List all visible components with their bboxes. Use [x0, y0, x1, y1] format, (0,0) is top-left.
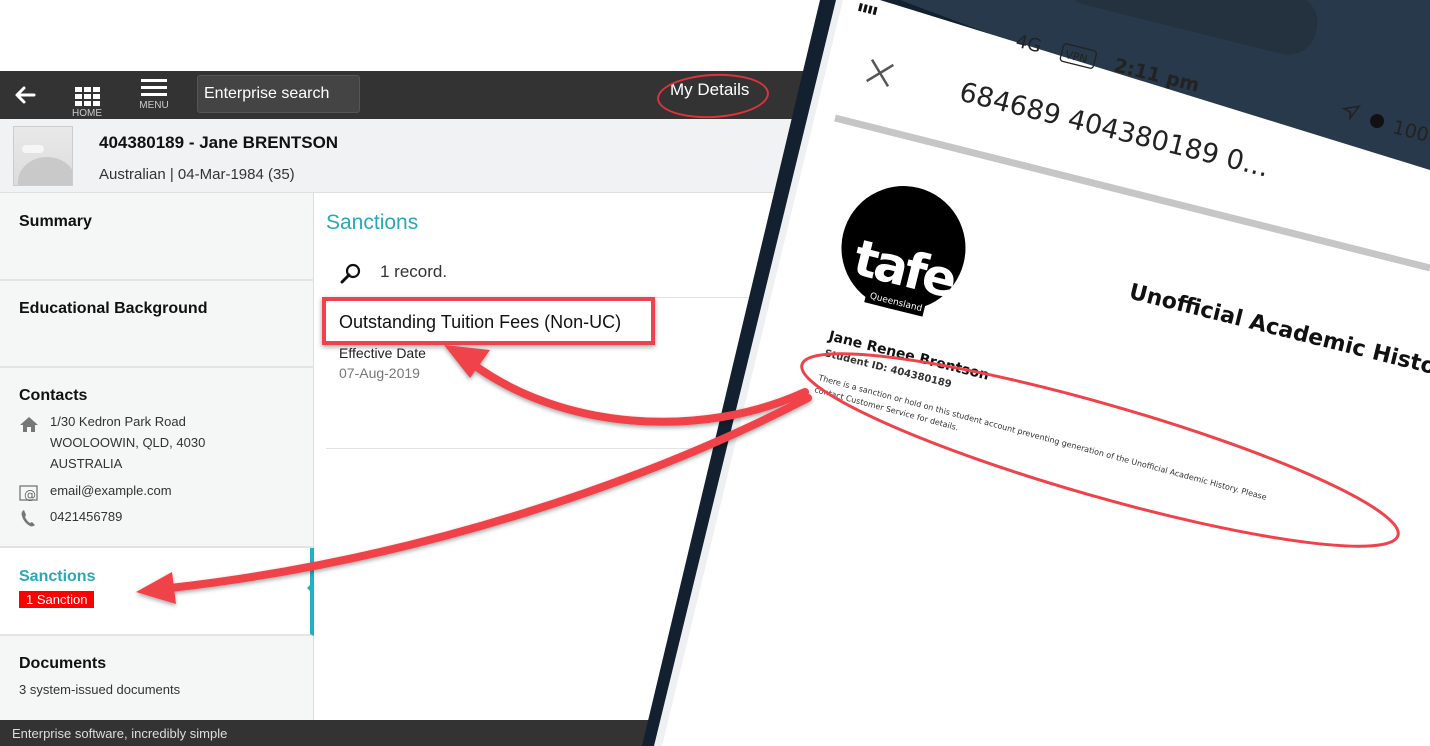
sanction-count-badge: 1 Sanction: [19, 591, 95, 608]
effective-date-value: 07-Aug-2019: [339, 365, 420, 381]
enterprise-search-input[interactable]: Enterprise search: [197, 75, 360, 113]
phone-icon: [21, 510, 35, 527]
menu-label: MENU: [139, 100, 169, 111]
phone-value[interactable]: 0421456789: [50, 506, 122, 527]
sidebar: Summary Educational Background Contacts …: [0, 193, 314, 720]
sidebar-item-sanctions[interactable]: Sanctions 1 Sanction: [0, 548, 314, 636]
search-icon[interactable]: [340, 263, 362, 285]
footer: Enterprise software, incredibly simple: [0, 720, 700, 746]
home-button[interactable]: HOME: [62, 77, 112, 119]
documents-subtitle: 3 system-issued documents: [19, 682, 181, 697]
sidebar-item-label: Contacts: [19, 387, 88, 404]
svg-text:@: @: [24, 488, 36, 502]
effective-date-label: Effective Date: [339, 345, 426, 361]
arrow-left-icon: [15, 86, 36, 104]
sidebar-item-label: Educational Background: [19, 300, 208, 317]
sidebar-item-label: Summary: [19, 213, 92, 230]
hamburger-icon: [141, 79, 167, 100]
address-line-2: WOOLOOWIN, QLD, 4030: [50, 435, 206, 450]
sidebar-item-contacts[interactable]: Contacts 1/30 Kedron Park Road WOOLOOWIN…: [0, 368, 314, 548]
avatar: [13, 126, 73, 186]
sidebar-item-label: Sanctions: [19, 568, 96, 585]
home-icon: [20, 417, 38, 432]
active-pointer: [307, 581, 314, 595]
sidebar-item-label: Documents: [19, 655, 107, 672]
sanction-record-title[interactable]: Outstanding Tuition Fees (Non-UC): [339, 312, 621, 333]
screenshot-stage: HOME MENU Enterprise search My Details 4…: [0, 0, 1430, 746]
menu-button[interactable]: MENU: [129, 77, 179, 115]
profile-header: 404380189 - Jane BRENTSON Australian | 0…: [0, 119, 830, 193]
record-count: 1 record.: [380, 262, 448, 281]
address-line-3: AUSTRALIA: [50, 456, 123, 471]
email-value[interactable]: email@example.com: [50, 480, 172, 501]
home-label: HOME: [72, 108, 102, 119]
student-subtitle: Australian | 04-Mar-1984 (35): [99, 166, 295, 183]
email-icon: @: [19, 485, 38, 502]
back-button[interactable]: [12, 83, 38, 107]
sidebar-item-educational-background[interactable]: Educational Background: [0, 281, 314, 368]
sidebar-item-summary[interactable]: Summary: [0, 193, 314, 281]
address-line-1: 1/30 Kedron Park Road: [50, 414, 186, 429]
grid-icon: [74, 87, 100, 106]
top-navigation-bar: HOME MENU Enterprise search My Details: [0, 71, 830, 121]
annotation-circle: [655, 71, 771, 121]
page-title: Sanctions: [326, 211, 419, 234]
student-name: 404380189 - Jane BRENTSON: [99, 133, 339, 152]
sidebar-item-documents[interactable]: Documents 3 system-issued documents: [0, 636, 314, 720]
